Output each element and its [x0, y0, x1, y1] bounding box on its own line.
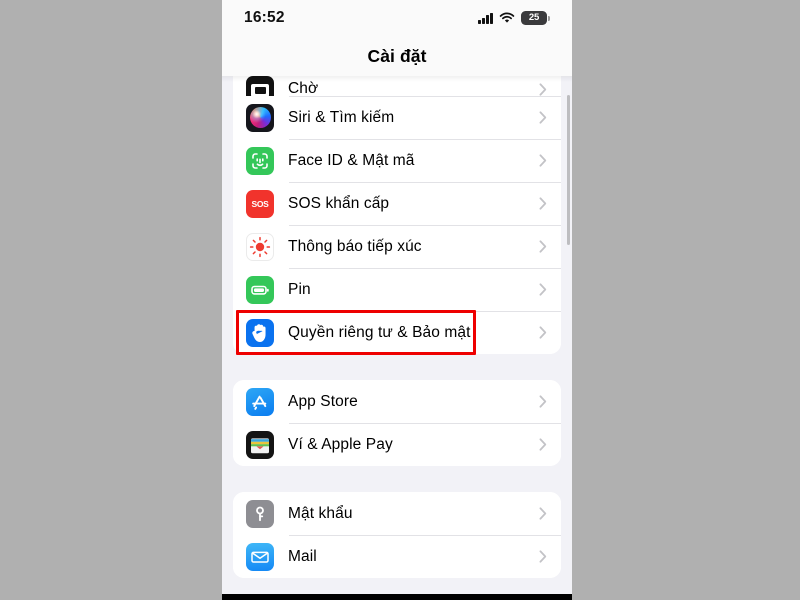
chevron-right-icon: [539, 283, 547, 296]
settings-row-label: Mail: [288, 547, 317, 565]
chevron-right-icon: [539, 154, 547, 167]
wifi-icon: [499, 12, 515, 24]
chevron-right-icon: [539, 326, 547, 339]
privacy-hand-icon: [246, 318, 274, 347]
battery-settings-icon: [246, 275, 274, 304]
settings-row-label: Pin: [288, 280, 311, 298]
chevron-right-icon: [539, 83, 547, 96]
chevron-right-icon: [539, 395, 547, 408]
settings-row-app-store[interactable]: App Store: [233, 380, 561, 423]
cellular-signal-icon: [478, 12, 493, 24]
settings-row-label: Face ID & Mật mã: [288, 151, 415, 169]
settings-row-label: Siri & Tìm kiếm: [288, 108, 395, 126]
battery-percent-label: 25: [528, 12, 540, 24]
settings-row-label: Mật khẩu: [288, 504, 353, 522]
wallet-icon: [246, 430, 274, 459]
settings-row-quy-n-ri-ng-t-b-o-m-t[interactable]: Quyền riêng tư & Bảo mật: [233, 311, 561, 354]
nav-bar-shadow: [222, 76, 572, 82]
emergency-sos-icon: SOS: [246, 189, 274, 218]
settings-row-label: Ví & Apple Pay: [288, 435, 393, 453]
face-id-icon: [246, 146, 274, 175]
battery-icon: 25: [521, 11, 550, 25]
settings-row-label: Thông báo tiếp xúc: [288, 237, 422, 255]
chevron-right-icon: [539, 240, 547, 253]
chevron-right-icon: [539, 507, 547, 520]
settings-row-label: App Store: [288, 392, 358, 410]
settings-row-mail[interactable]: Mail: [233, 535, 561, 578]
scroll-indicator[interactable]: [567, 95, 570, 245]
settings-row-siri-t-m-ki-m[interactable]: Siri & Tìm kiếm: [233, 96, 561, 139]
mail-icon: [246, 542, 274, 571]
exposure-notification-icon: [246, 232, 274, 261]
navigation-bar: Cài đặt: [222, 36, 572, 82]
settings-group: App Store Ví & Apple Pay: [233, 380, 561, 466]
settings-row-face-id-m-t-m[interactable]: Face ID & Mật mã: [233, 139, 561, 182]
settings-group: Mật khẩu Mail: [233, 492, 561, 578]
chevron-right-icon: [539, 438, 547, 451]
settings-row-m-t-kh-u[interactable]: Mật khẩu: [233, 492, 561, 535]
settings-row-sos-kh-n-c-p[interactable]: SOS SOS khẩn cấp: [233, 182, 561, 225]
status-bar: 16:52 25: [222, 0, 572, 36]
iphone-screen: 16:52 25 Cài đặt Chờ Siri & Tìm kiếm Fac…: [222, 0, 572, 600]
settings-row-label: SOS khẩn cấp: [288, 194, 390, 212]
home-indicator-bar: [222, 594, 572, 600]
settings-row-label: Chờ: [288, 80, 319, 96]
status-bar-indicators: 25: [478, 11, 550, 25]
status-bar-clock: 16:52: [244, 9, 285, 26]
settings-list[interactable]: Chờ Siri & Tìm kiếm Face ID & Mật mã SOS SOS…: [222, 76, 572, 600]
chevron-right-icon: [539, 197, 547, 210]
screenshot-canvas: 16:52 25 Cài đặt Chờ Siri & Tìm kiếm Fac…: [0, 0, 800, 600]
chevron-right-icon: [539, 111, 547, 124]
settings-row-pin[interactable]: Pin: [233, 268, 561, 311]
settings-group: Chờ Siri & Tìm kiếm Face ID & Mật mã SOS SOS…: [233, 76, 561, 354]
siri-icon: [246, 103, 274, 132]
app-store-icon: [246, 387, 274, 416]
settings-row-th-ng-b-o-ti-p-x-c[interactable]: Thông báo tiếp xúc: [233, 225, 561, 268]
settings-row-label: Quyền riêng tư & Bảo mật: [288, 323, 471, 341]
settings-row-v-apple-pay[interactable]: Ví & Apple Pay: [233, 423, 561, 466]
page-title: Cài đặt: [367, 45, 427, 66]
chevron-right-icon: [539, 550, 547, 563]
passwords-key-icon: [246, 499, 274, 528]
